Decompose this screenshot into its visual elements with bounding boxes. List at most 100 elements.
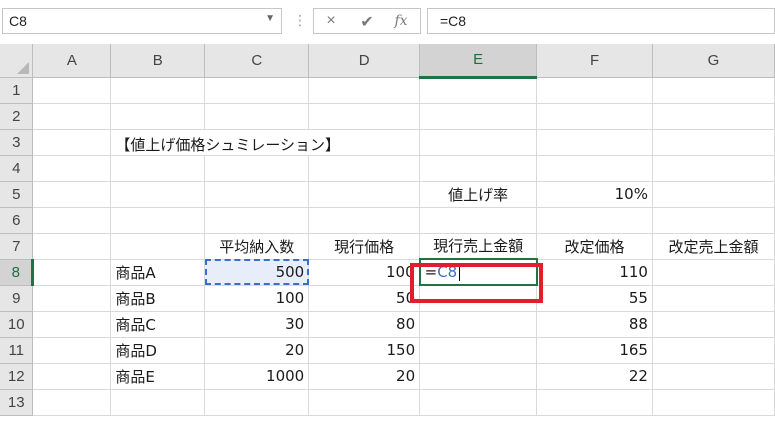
col-header-f[interactable]: F [536,44,653,78]
cell-e7[interactable]: 現行売上金額 [419,233,538,260]
cell-c2[interactable] [204,103,310,130]
cell-f10[interactable]: 88 [536,311,653,338]
cell-c5[interactable] [204,181,310,208]
cell-g2[interactable] [652,103,775,130]
cell-a2[interactable] [32,103,112,130]
cell-b1[interactable] [110,77,206,104]
cell-d10[interactable]: 80 [308,311,421,338]
cell-g7[interactable]: 改定売上金額 [652,233,775,260]
row-header-2[interactable]: 2 [0,103,34,130]
cell-b7[interactable] [110,233,206,260]
row-header-10[interactable]: 10 [0,311,34,338]
cell-g6[interactable] [652,207,775,234]
cell-f11[interactable]: 165 [536,337,653,364]
cell-d7[interactable]: 現行価格 [308,233,421,260]
col-header-e[interactable]: E [419,44,538,79]
cell-b13[interactable] [110,389,206,416]
cell-d9[interactable]: 50 [308,285,421,312]
insert-function-icon[interactable]: fx [390,13,412,29]
cell-c4[interactable] [204,155,310,182]
cell-f8[interactable]: 110 [536,259,653,286]
cell-d13[interactable] [308,389,421,416]
row-header-12[interactable]: 12 [0,363,34,390]
cell-g12[interactable] [652,363,775,390]
cell-g1[interactable] [652,77,775,104]
cell-f6[interactable] [536,207,653,234]
cell-c11[interactable]: 20 [204,337,310,364]
cell-a3[interactable] [32,129,112,156]
cell-f12[interactable]: 22 [536,363,653,390]
drag-handle-icon[interactable]: ⋮ [293,10,307,30]
cell-a12[interactable] [32,363,112,390]
cell-b5[interactable] [110,181,206,208]
cell-g5[interactable] [652,181,775,208]
chevron-down-icon[interactable]: ▼ [265,13,275,24]
col-header-b[interactable]: B [110,44,206,78]
cell-e11[interactable] [419,337,538,364]
cell-d8[interactable]: 100 [308,259,421,286]
cell-b9[interactable]: 商品B [110,285,206,312]
cell-e1[interactable] [419,77,538,104]
col-header-d[interactable]: D [308,44,421,78]
cell-c6[interactable] [204,207,310,234]
cell-f9[interactable]: 55 [536,285,653,312]
name-box[interactable]: C8 ▼ [2,8,282,34]
enter-check-icon[interactable]: ✔ [356,12,378,32]
cell-c12[interactable]: 1000 [204,363,310,390]
cell-d2[interactable] [308,103,421,130]
row-header-6[interactable]: 6 [0,207,34,234]
cell-b8[interactable]: 商品A [110,259,206,286]
cell-g10[interactable] [652,311,775,338]
cell-b6[interactable] [110,207,206,234]
row-header-9[interactable]: 9 [0,285,34,312]
cell-f4[interactable] [536,155,653,182]
cell-f13[interactable] [536,389,653,416]
cell-e2[interactable] [419,103,538,130]
row-header-13[interactable]: 13 [0,389,34,416]
cell-g8[interactable] [652,259,775,286]
cell-e8-editing[interactable]: =C8 [418,258,538,286]
cell-e5[interactable]: 値上げ率 [419,181,538,208]
cell-a1[interactable] [32,77,112,104]
cell-a4[interactable] [32,155,112,182]
cell-b4[interactable] [110,155,206,182]
cell-e9[interactable] [419,285,538,312]
cell-e3[interactable] [419,129,538,156]
cell-f1[interactable] [536,77,653,104]
cell-d4[interactable] [308,155,421,182]
row-header-3[interactable]: 3 [0,129,34,156]
cell-f3[interactable] [536,129,653,156]
cell-g9[interactable] [652,285,775,312]
row-header-1[interactable]: 1 [0,77,34,104]
cell-b2[interactable] [110,103,206,130]
cell-d5[interactable] [308,181,421,208]
cancel-icon[interactable]: × [320,12,342,30]
cell-a5[interactable] [32,181,112,208]
cell-c9[interactable]: 100 [204,285,310,312]
formula-input[interactable]: =C8 [427,8,775,34]
row-header-8[interactable]: 8 [0,259,35,286]
cell-d11[interactable]: 150 [308,337,421,364]
row-header-7[interactable]: 7 [0,233,34,260]
col-header-c[interactable]: C [204,44,310,78]
cell-a10[interactable] [32,311,112,338]
select-all-corner[interactable] [0,44,34,78]
cell-a6[interactable] [32,207,112,234]
cell-c13[interactable] [204,389,310,416]
cell-e13[interactable] [419,389,538,416]
cell-a11[interactable] [32,337,112,364]
cell-b3[interactable]: 【値上げ価格シュミレーション】 [110,129,340,156]
cell-f2[interactable] [536,103,653,130]
cell-g4[interactable] [652,155,775,182]
cell-f7[interactable]: 改定価格 [536,233,653,260]
col-header-a[interactable]: A [32,44,112,78]
cell-d1[interactable] [308,77,421,104]
cell-a13[interactable] [32,389,112,416]
cell-g13[interactable] [652,389,775,416]
cell-e4[interactable] [419,155,538,182]
cell-c1[interactable] [204,77,310,104]
cell-d6[interactable] [308,207,421,234]
col-header-g[interactable]: G [652,44,775,78]
row-header-5[interactable]: 5 [0,181,34,208]
cell-a8[interactable] [32,259,112,286]
